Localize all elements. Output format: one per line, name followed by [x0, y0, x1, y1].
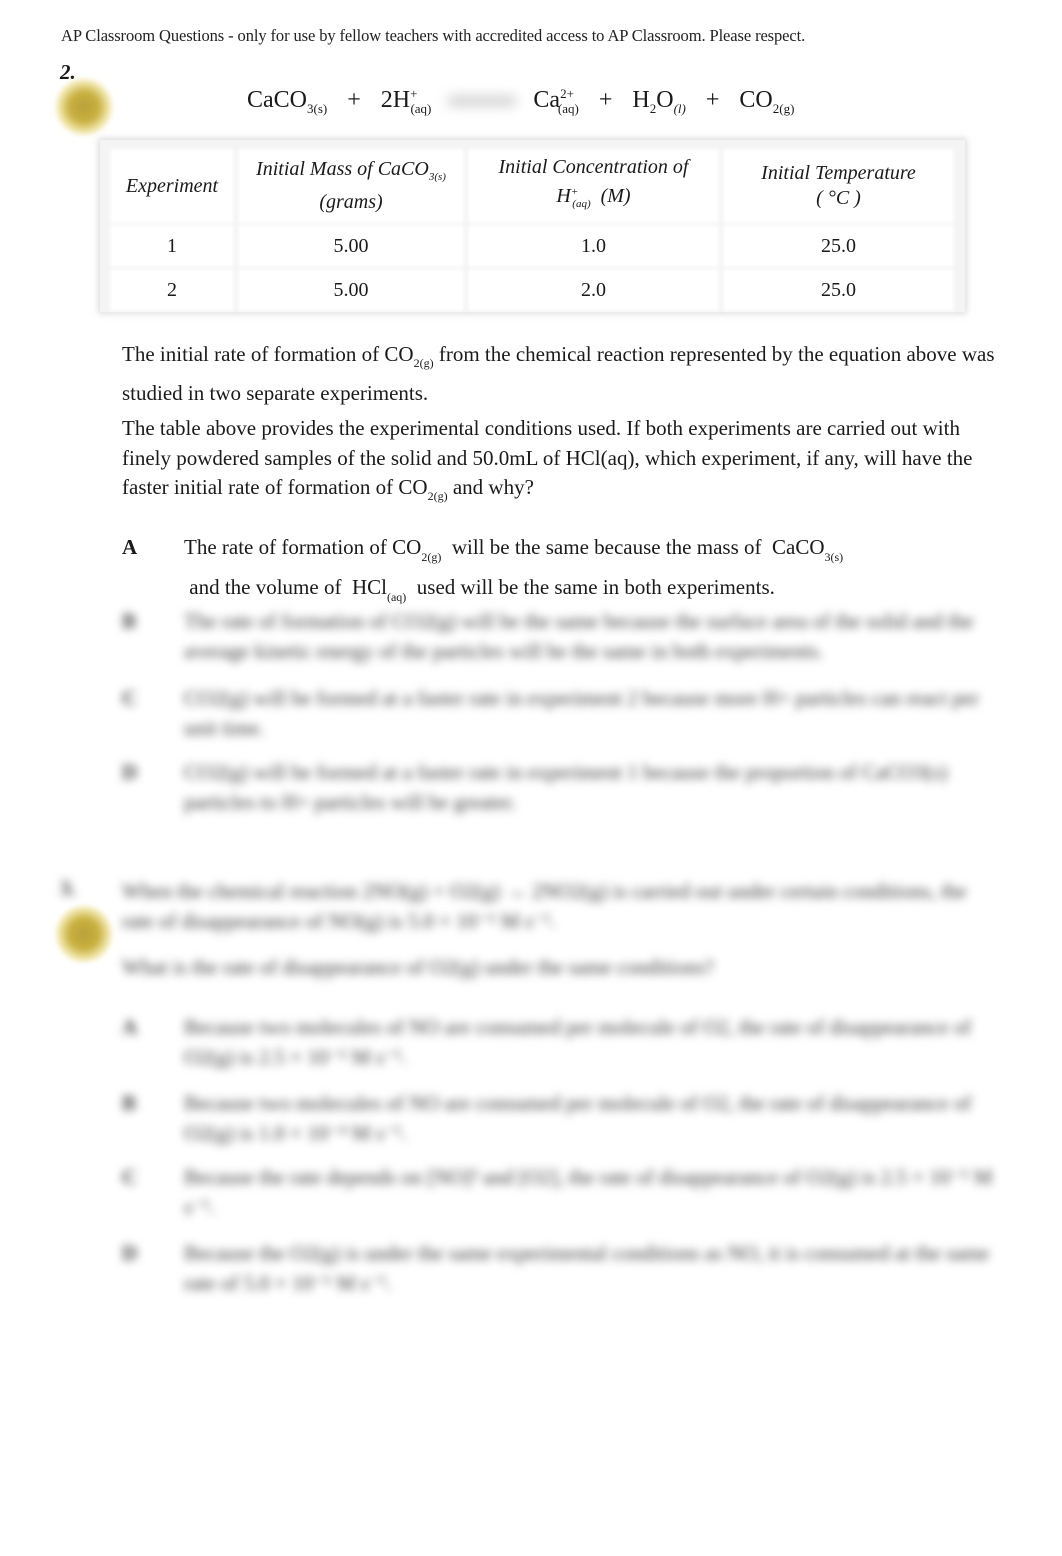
- option-letter: D: [122, 760, 138, 784]
- experiment-table: Experiment Initial Mass of CaCO3(s) (gra…: [104, 145, 960, 315]
- option-letter: A: [122, 535, 138, 559]
- option-letter: D: [122, 1241, 138, 1265]
- option-text: CO2(g) will be formed at a faster rate i…: [184, 686, 979, 740]
- question-number: 3.: [60, 876, 76, 900]
- product-ca2plus: Ca2+(aq): [533, 86, 579, 116]
- reactant-h-plus: 2H+(aq): [380, 86, 432, 116]
- cell-concentration: 2.0: [470, 271, 717, 309]
- header-experiment: Experiment: [112, 151, 232, 221]
- cell-mass: 5.00: [240, 227, 462, 265]
- option-letter: A: [122, 1015, 138, 1039]
- header-initial-concentration: Initial Concentration of H+(aq) (M): [470, 151, 717, 221]
- question-intro-paragraph: The initial rate of formation of CO2(g) …: [122, 342, 995, 405]
- question-prompt-paragraph: The table above provides the experimenta…: [122, 416, 973, 503]
- highlight-marker: [55, 78, 113, 136]
- table-row: 2 5.00 2.0 25.0: [112, 271, 952, 309]
- option-letter: C: [122, 686, 138, 710]
- question-prompt: What is the rate of disappearance of O2(…: [122, 955, 714, 979]
- option-letter: C: [122, 1165, 138, 1189]
- plus-sign: +: [347, 87, 361, 113]
- table-row: 1 5.00 1.0 25.0: [112, 227, 952, 265]
- option-text: CO2(g) will be formed at a faster rate i…: [184, 760, 948, 814]
- option-letter: B: [122, 609, 137, 633]
- option-text: Because two molecules of NO are consumed…: [184, 1015, 972, 1069]
- header-initial-temperature: Initial Temperature ( °C ): [725, 151, 952, 221]
- cell-experiment: 2: [112, 271, 232, 309]
- question-stem: When the chemical reaction 2NO(g) + O2(g…: [122, 879, 967, 933]
- option-text: The rate of formation of CO2(g) will be …: [184, 609, 974, 663]
- cell-mass: 5.00: [240, 271, 462, 309]
- plus-sign: +: [598, 87, 613, 113]
- cell-experiment: 1: [112, 227, 232, 265]
- cell-temperature: 25.0: [725, 227, 952, 265]
- reactant-caco3: CaCO3(s): [247, 87, 328, 116]
- reaction-arrow-icon: [447, 96, 518, 107]
- option-text: Because two molecules of NO are consumed…: [184, 1091, 972, 1145]
- header-initial-mass: Initial Mass of CaCO3(s) (grams): [240, 151, 462, 221]
- product-water: H2O(l): [632, 87, 686, 116]
- highlight-marker: [55, 905, 113, 963]
- product-co2: CO2(g): [739, 87, 795, 116]
- table-header-row: Experiment Initial Mass of CaCO3(s) (gra…: [112, 151, 952, 221]
- option-letter: B: [122, 1091, 137, 1115]
- cell-concentration: 1.0: [470, 227, 717, 265]
- option-text: Because the rate depends on [NO]² and [O…: [184, 1165, 993, 1219]
- plus-sign: +: [705, 87, 720, 113]
- chemical-equation: CaCO3(s) + 2H+(aq) Ca2+(aq) + H2O(l) + C…: [247, 86, 794, 117]
- option-text: The rate of formation of CO2(g) will be …: [184, 535, 844, 604]
- cell-temperature: 25.0: [725, 271, 952, 309]
- header-note: AP Classroom Questions - only for use by…: [61, 26, 806, 45]
- option-text: Because the O2(g) is under the same expe…: [184, 1241, 990, 1295]
